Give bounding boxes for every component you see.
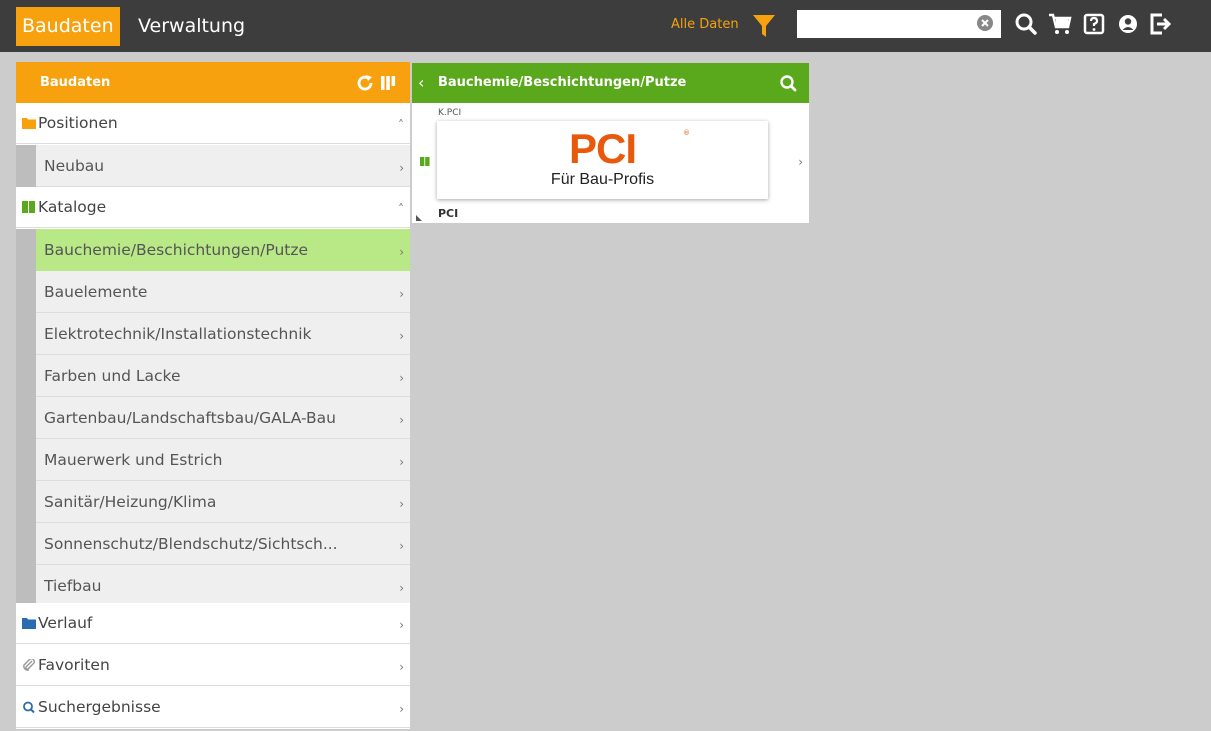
list-item-bauelemente[interactable]: Bauelemente › — [16, 271, 410, 313]
list-item-label: Elektrotechnik/Installationstechnik — [44, 325, 312, 343]
list-item-label: Mauerwerk und Estrich — [44, 451, 223, 469]
help-icon[interactable] — [1082, 12, 1106, 36]
list-item-sanitaer[interactable]: Sanitär/Heizung/Klima › — [16, 481, 410, 523]
catalog-panel-header: ‹ Bauchemie/Beschichtungen/Putze — [412, 63, 809, 103]
folder-icon — [22, 618, 36, 629]
section-kataloge[interactable]: Kataloge ˄ — [16, 187, 410, 228]
registered-mark: ® — [683, 129, 690, 137]
catalog-panel-title: Bauchemie/Beschichtungen/Putze — [438, 75, 687, 90]
list-item-elektrotechnik[interactable]: Elektrotechnik/Installationstechnik › — [16, 313, 410, 355]
list-item-label: Tiefbau — [44, 577, 102, 595]
search-icon[interactable] — [1014, 12, 1038, 36]
list-item-neubau[interactable]: Neubau › — [16, 145, 410, 187]
chevron-right-icon: › — [399, 329, 404, 343]
list-item-label: Sonnenschutz/Blendschutz/Sichtsch... — [44, 535, 338, 553]
resize-corner-icon — [416, 215, 422, 221]
chevron-right-icon: › — [399, 497, 404, 511]
tab-baudaten[interactable]: Baudaten — [16, 7, 120, 46]
section-label: Positionen — [38, 114, 118, 132]
left-panel-header: Baudaten — [16, 62, 410, 103]
list-item-label: Gartenbau/Landschaftsbau/GALA-Bau — [44, 409, 337, 427]
list-item-sonnenschutz[interactable]: Sonnenschutz/Blendschutz/Sichtsch... › — [16, 523, 410, 565]
chevron-right-icon: › — [399, 371, 404, 385]
chevron-right-icon: › — [399, 161, 404, 175]
book-icon — [420, 157, 430, 166]
top-bar: Baudaten Verwaltung Alle Daten — [0, 0, 1211, 52]
left-navigation-panel: Baudaten Positionen ˄ Neubau › Kataloge … — [16, 62, 410, 729]
chevron-right-icon: › — [399, 287, 404, 301]
chevron-right-icon: › — [399, 618, 404, 632]
search-icon[interactable] — [779, 74, 797, 92]
section-label: Verlauf — [38, 614, 93, 632]
chevron-right-icon: › — [399, 702, 404, 716]
list-item-label: Neubau — [44, 157, 105, 175]
section-suchergebnisse[interactable]: Suchergebnisse › — [16, 687, 410, 728]
cart-icon[interactable] — [1048, 12, 1072, 36]
list-item-label: Bauchemie/Beschichtungen/Putze — [44, 241, 309, 259]
list-item-bauchemie[interactable]: Bauchemie/Beschichtungen/Putze › — [16, 229, 410, 271]
catalog-panel: ‹ Bauchemie/Beschichtungen/Putze K.PCI P… — [412, 63, 809, 223]
book-icon — [22, 201, 35, 213]
filter-icon[interactable] — [752, 13, 776, 39]
chevron-right-icon: › — [399, 539, 404, 553]
list-item-mauerwerk[interactable]: Mauerwerk und Estrich › — [16, 439, 410, 481]
search-input[interactable] — [797, 10, 1001, 38]
back-icon[interactable]: ‹ — [418, 63, 424, 103]
logo-subtitle: Für Bau-Profis — [550, 171, 655, 188]
chevron-right-icon: › — [798, 155, 803, 169]
chevron-right-icon: › — [399, 245, 404, 259]
section-favoriten[interactable]: Favoriten › — [16, 645, 410, 686]
chevron-up-icon: ˄ — [398, 202, 404, 216]
pci-logo: PCI ® Für Bau-Profis — [437, 121, 768, 199]
search-icon — [23, 701, 35, 713]
clear-search-icon[interactable] — [976, 14, 994, 32]
columns-icon[interactable] — [379, 74, 397, 92]
logo-text: PCI — [568, 125, 637, 172]
chevron-right-icon: › — [399, 413, 404, 427]
list-item-tiefbau[interactable]: Tiefbau › — [16, 565, 410, 607]
section-verlauf[interactable]: Verlauf › — [16, 603, 410, 644]
section-positionen[interactable]: Positionen ˄ — [16, 103, 410, 144]
catalog-card-pci[interactable]: K.PCI PCI ® Für Bau-Profis PCI › — [412, 103, 809, 223]
section-label: Suchergebnisse — [38, 698, 161, 716]
section-label: Favoriten — [38, 656, 110, 674]
catalog-code: K.PCI — [438, 108, 462, 118]
refresh-icon[interactable] — [356, 74, 374, 92]
catalog-name: PCI — [438, 207, 459, 220]
filter-label[interactable]: Alle Daten — [671, 14, 739, 36]
list-item-gartenbau[interactable]: Gartenbau/Landschaftsbau/GALA-Bau › — [16, 397, 410, 439]
chevron-right-icon: › — [399, 455, 404, 469]
left-panel-title: Baudaten — [40, 75, 111, 90]
paperclip-icon — [23, 659, 35, 671]
user-icon[interactable] — [1116, 12, 1140, 36]
chevron-right-icon: › — [399, 660, 404, 674]
logout-icon[interactable] — [1148, 12, 1172, 36]
list-item-label: Farben und Lacke — [44, 367, 181, 385]
chevron-up-icon: ˄ — [398, 118, 404, 132]
list-item-label: Sanitär/Heizung/Klima — [44, 493, 217, 511]
list-item-label: Bauelemente — [44, 283, 148, 301]
folder-icon — [22, 118, 36, 129]
list-item-farben[interactable]: Farben und Lacke › — [16, 355, 410, 397]
section-label: Kataloge — [38, 198, 107, 216]
tab-verwaltung[interactable]: Verwaltung — [138, 7, 245, 46]
